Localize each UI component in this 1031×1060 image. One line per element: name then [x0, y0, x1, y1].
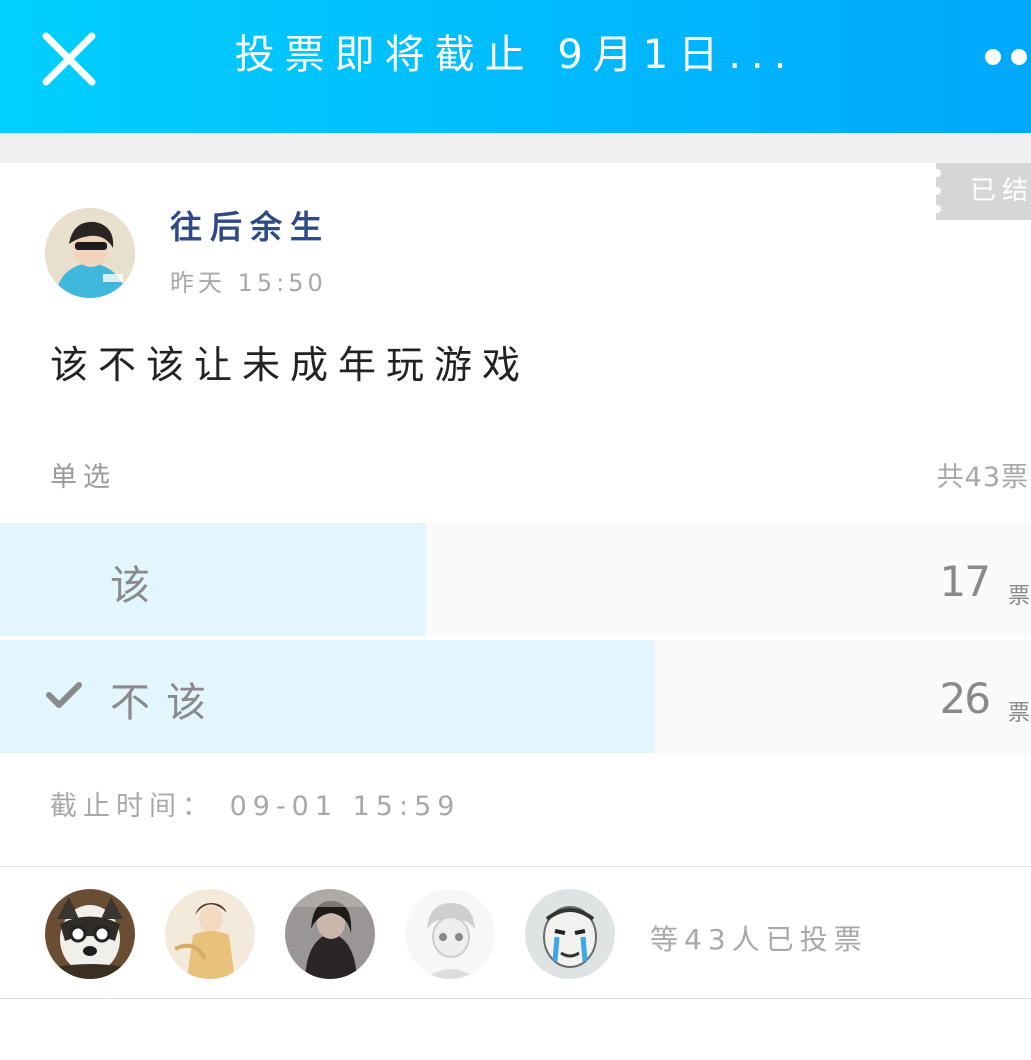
divider: [0, 866, 1031, 867]
voter-avatar[interactable]: [525, 889, 615, 979]
status-badge-label: 已结: [970, 176, 1031, 206]
checkmark-icon: [46, 682, 82, 708]
poll-question: 该不该让未成年玩游戏: [50, 343, 531, 387]
more-dots-icon[interactable]: [985, 49, 1031, 67]
voters-summary[interactable]: 等43人已投票: [650, 918, 868, 958]
divider: [0, 998, 1031, 999]
vote-bar: [0, 523, 426, 636]
header-separator: [0, 133, 1031, 163]
vote-bar: [0, 640, 655, 753]
poll-deadline: 截止时间： 09-01 15:59: [50, 791, 461, 822]
author-name[interactable]: 往后余生: [170, 202, 330, 248]
voter-avatar[interactable]: [165, 889, 255, 979]
status-badge: 已结: [936, 163, 1031, 220]
option-label: 该: [110, 563, 166, 609]
page-title: 投票即将截止 9月1日...: [234, 32, 797, 78]
poll-option-gai[interactable]: 该 17 票: [0, 523, 1031, 636]
vote-count: 26: [939, 674, 991, 723]
poll-option-bugai[interactable]: 不该 26 票: [0, 640, 1031, 753]
voter-avatar[interactable]: [45, 889, 135, 979]
vote-count: 17: [939, 557, 991, 606]
post-timestamp: 昨天 15:50: [170, 269, 327, 297]
author-avatar[interactable]: [45, 208, 135, 298]
total-votes: 共43票: [936, 462, 1029, 493]
voter-avatar[interactable]: [285, 889, 375, 979]
poll-mode: 单选: [50, 462, 116, 493]
vote-unit: 票: [1007, 584, 1030, 609]
option-label: 不该: [110, 680, 222, 726]
top-bar: 投票即将截止 9月1日...: [0, 0, 1031, 133]
voter-avatar[interactable]: [405, 889, 495, 979]
vote-unit: 票: [1007, 701, 1030, 726]
